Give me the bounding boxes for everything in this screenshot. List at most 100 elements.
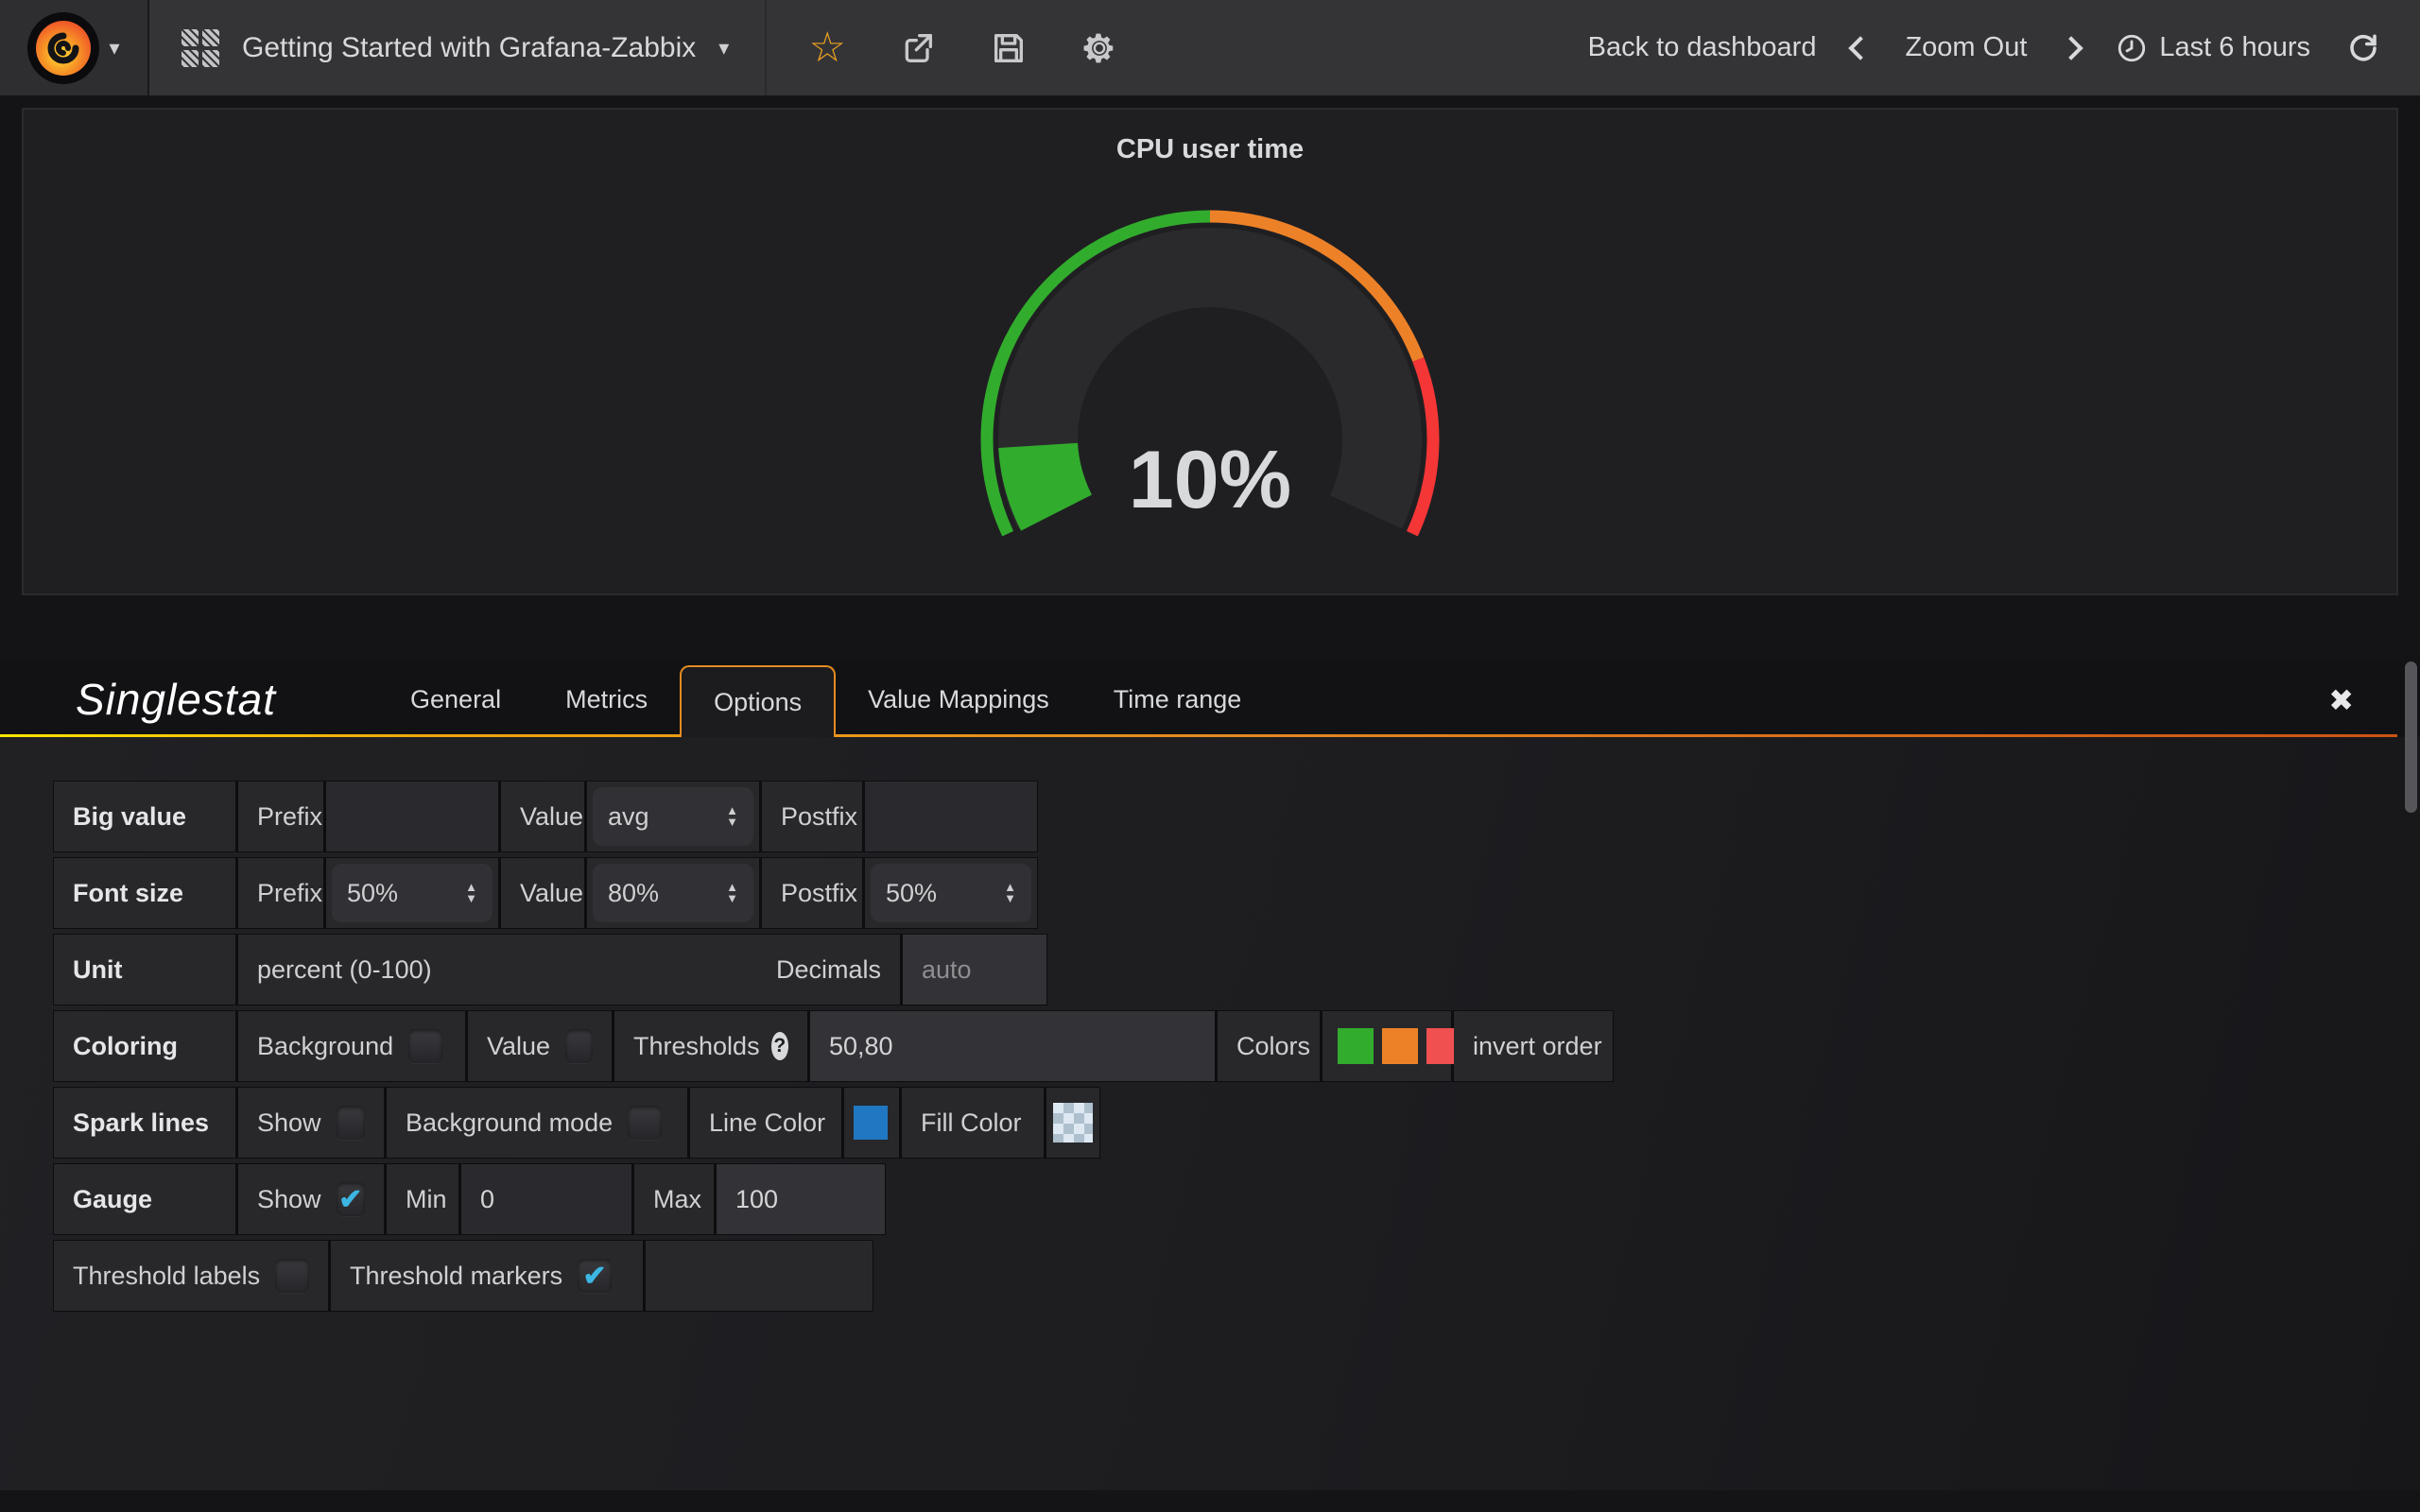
threshold-labels-checkbox[interactable] <box>275 1259 309 1293</box>
unit-label: Unit <box>54 935 235 1005</box>
close-editor-icon[interactable]: ✖ <box>2328 682 2354 718</box>
clock-icon <box>2116 32 2148 64</box>
editor-tabstrip: Singlestat General Metrics Options Value… <box>0 662 2420 737</box>
value-size-cell: 80% ▲▼ <box>587 858 759 928</box>
time-shift-left-icon[interactable] <box>1849 36 1873 60</box>
settings-button[interactable] <box>1080 29 1118 67</box>
threshold-options-row: Threshold labels Threshold markers ✔ <box>53 1240 873 1312</box>
value-function-cell: avg ▲▼ <box>587 782 759 851</box>
scrollbar-thumb[interactable] <box>2405 662 2417 813</box>
gauge-show-cell: Show ✔ <box>238 1164 384 1234</box>
sidemenu-toggle[interactable]: ▾ <box>0 0 149 95</box>
prefix-size-select[interactable]: 50% ▲▼ <box>332 864 493 922</box>
line-color-swatch[interactable] <box>854 1106 888 1140</box>
singlestat-panel: CPU user time 10% <box>22 108 2398 595</box>
tab-general[interactable]: General <box>378 662 533 737</box>
share-button[interactable] <box>899 29 937 67</box>
coloring-label: Coloring <box>54 1011 235 1081</box>
background-mode-cell: Background mode <box>387 1088 687 1158</box>
postfix-input[interactable] <box>865 782 1037 851</box>
back-to-dashboard-button[interactable]: Back to dashboard <box>1588 32 1817 63</box>
options-tab-content: Big value Prefix Value avg ▲▼ Postfix Fo… <box>0 737 2420 1490</box>
prefix-size-label: Prefix <box>238 858 323 928</box>
panel-editor: Singlestat General Metrics Options Value… <box>0 662 2420 1490</box>
refresh-icon[interactable] <box>2346 31 2380 65</box>
line-color-label: Line Color <box>690 1088 841 1158</box>
star-button[interactable]: ☆ <box>808 29 846 67</box>
star-icon: ☆ <box>809 29 846 67</box>
select-spinner-icon: ▲▼ <box>465 882 477 904</box>
prefix-input[interactable] <box>326 782 498 851</box>
invert-order-button[interactable]: invert order <box>1473 1032 1602 1061</box>
zoom-out-button[interactable]: Zoom Out <box>1905 32 2027 63</box>
tab-value-mappings[interactable]: Value Mappings <box>836 662 1081 737</box>
max-input[interactable] <box>717 1164 885 1234</box>
time-shift-right-icon[interactable] <box>2060 36 2083 60</box>
value-size-label: Value <box>501 858 584 928</box>
big-value-row: Big value Prefix Value avg ▲▼ Postfix <box>53 781 1038 852</box>
select-spinner-icon: ▲▼ <box>1004 882 1016 904</box>
color-swatch-green[interactable] <box>1338 1028 1374 1064</box>
prefix-size-cell: 50% ▲▼ <box>326 858 498 928</box>
spark-show-checkbox[interactable] <box>337 1106 365 1140</box>
save-icon <box>990 29 1028 67</box>
dashboard-title: Getting Started with Grafana-Zabbix <box>242 32 696 64</box>
min-label: Min <box>387 1164 458 1234</box>
tab-metrics[interactable]: Metrics <box>533 662 680 737</box>
value-size-select[interactable]: 80% ▲▼ <box>593 864 753 922</box>
postfix-size-select[interactable]: 50% ▲▼ <box>871 864 1031 922</box>
select-spinner-icon: ▲▼ <box>726 882 738 904</box>
fill-color-swatch[interactable] <box>1053 1103 1093 1143</box>
empty-cell <box>646 1241 873 1311</box>
select-spinner-icon: ▲▼ <box>726 805 738 828</box>
invert-order-cell: invert order <box>1454 1011 1613 1081</box>
background-mode-checkbox[interactable] <box>628 1106 662 1140</box>
gauge-value-arc <box>1038 445 1056 512</box>
fill-color-label: Fill Color <box>902 1088 1044 1158</box>
grafana-logo-icon <box>27 12 99 84</box>
gauge-label: Gauge <box>54 1164 235 1234</box>
decimals-input[interactable] <box>903 935 1046 1005</box>
big-value-label: Big value <box>54 782 235 851</box>
sidemenu-caret-icon: ▾ <box>109 36 119 60</box>
colors-label: Colors <box>1218 1011 1320 1081</box>
coloring-value-cell: Value <box>468 1011 612 1081</box>
time-range-picker[interactable]: Last 6 hours <box>2116 32 2310 64</box>
panel-title[interactable]: CPU user time <box>24 134 2396 165</box>
threshold-colors-cell <box>1322 1011 1451 1081</box>
panel-type-title: Singlestat <box>76 674 276 725</box>
prefix-label: Prefix <box>238 782 323 851</box>
thresholds-help-icon[interactable]: ? <box>771 1032 788 1060</box>
color-swatch-orange[interactable] <box>1382 1028 1418 1064</box>
coloring-background-checkbox[interactable] <box>408 1029 442 1063</box>
postfix-label: Postfix <box>762 782 862 851</box>
coloring-row: Coloring Background Value Thresholds ? C… <box>53 1010 1614 1082</box>
fill-color-cell <box>1046 1088 1099 1158</box>
thresholds-cell: Thresholds ? <box>614 1011 807 1081</box>
threshold-markers-checkbox[interactable]: ✔ <box>578 1259 612 1293</box>
thresholds-input[interactable] <box>810 1011 1215 1081</box>
dashboard-grid-icon <box>182 29 219 67</box>
share-icon <box>899 29 937 67</box>
unit-value-cell: percent (0-100) Decimals <box>238 935 900 1005</box>
unit-value-dropdown[interactable]: percent (0-100) <box>257 955 432 985</box>
min-input[interactable] <box>461 1164 631 1234</box>
title-caret-icon: ▾ <box>718 36 729 60</box>
tab-time-range[interactable]: Time range <box>1081 662 1274 737</box>
max-label: Max <box>634 1164 714 1234</box>
save-button[interactable] <box>990 29 1028 67</box>
spark-lines-row: Spark lines Show Background mode Line Co… <box>53 1087 1100 1159</box>
gear-icon <box>1081 30 1117 66</box>
coloring-value-checkbox[interactable] <box>565 1029 593 1063</box>
dashboard-title-dropdown[interactable]: Getting Started with Grafana-Zabbix ▾ <box>149 0 767 95</box>
navbar: ▾ Getting Started with Grafana-Zabbix ▾ … <box>0 0 2420 95</box>
gauge-show-checkbox[interactable]: ✔ <box>337 1182 365 1216</box>
threshold-labels-cell: Threshold labels <box>54 1241 328 1311</box>
value-label: Value <box>501 782 584 851</box>
spark-show-cell: Show <box>238 1088 384 1158</box>
font-size-label: Font size <box>54 858 235 928</box>
unit-row: Unit percent (0-100) Decimals <box>53 934 1047 1005</box>
value-function-select[interactable]: avg ▲▼ <box>593 787 753 846</box>
tab-options[interactable]: Options <box>680 665 836 737</box>
gauge-row: Gauge Show ✔ Min Max <box>53 1163 886 1235</box>
